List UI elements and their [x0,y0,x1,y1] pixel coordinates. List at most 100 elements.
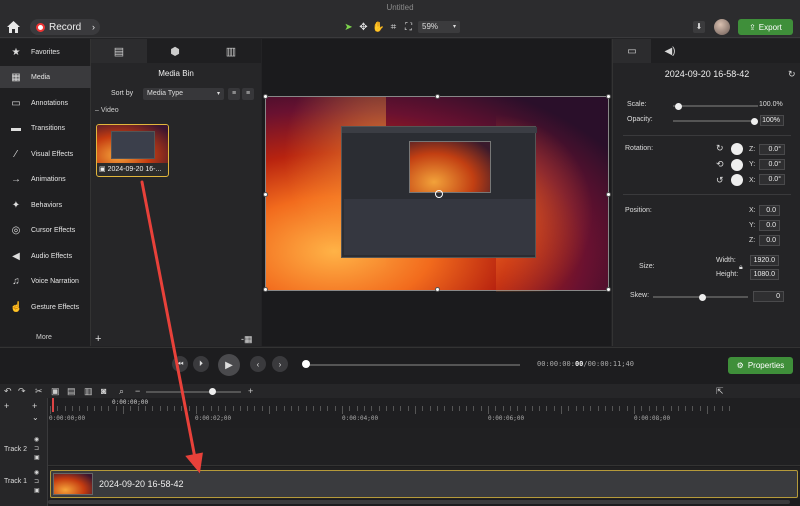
opacity-value[interactable]: 100% [760,115,784,126]
rotate-handle[interactable] [435,190,443,198]
resize-handle[interactable] [435,287,440,292]
view-mode-button[interactable]: -▦ [241,334,253,345]
split-icon[interactable]: ▥ [84,386,93,397]
sidebar-item-animations[interactable]: → Animations [0,168,91,190]
snapshot-icon[interactable]: ◙ [101,386,106,396]
move-tool-icon[interactable]: ✥ [357,21,370,34]
resize-handle[interactable] [606,192,611,197]
sort-by-select[interactable]: Media Type ▾ [143,88,224,100]
redo-icon[interactable]: ↷ [18,386,26,397]
track-2-row[interactable] [48,428,800,466]
position-x-field[interactable]: 0.0 [759,205,780,216]
add-track-icon[interactable]: + [4,401,9,411]
frame-back-button[interactable]: ⏵ [193,356,209,372]
sidebar-item-voice-narration[interactable]: ♫ Voice Narration [0,270,91,292]
skew-slider[interactable] [653,293,748,301]
opacity-slider-knob[interactable] [751,117,758,125]
timeline-scrollbar[interactable] [48,500,790,504]
fit-tool-icon[interactable]: ⛶ [402,21,415,34]
zoom-in-icon[interactable]: + [248,386,253,396]
play-button[interactable]: ▶ [218,354,240,376]
skew-slider-knob[interactable] [699,293,706,301]
resize-handle[interactable] [435,94,440,99]
zoom-out-icon[interactable]: − [135,386,140,396]
rotation-z-field[interactable]: 0.0° [759,144,785,155]
more-button[interactable]: More [36,334,52,341]
sidebar-item-audio-effects[interactable]: ◀ Audio Effects [0,245,91,267]
playhead[interactable] [52,398,54,412]
rotation-x-dial[interactable] [731,174,743,186]
sidebar-item-behaviors[interactable]: ✦ Behaviors [0,194,91,216]
resize-handle[interactable] [606,287,611,292]
crop-tool-icon[interactable]: ⌗ [387,21,400,34]
rotation-x-field[interactable]: 0.0° [759,174,785,185]
detach-icon[interactable]: ⇱ [716,386,724,397]
rotation-z-dial[interactable] [731,143,743,155]
timeline-zoom-knob[interactable] [209,388,216,395]
rotation-y-field[interactable]: 0.0° [759,159,785,170]
resize-handle[interactable] [263,287,268,292]
scale-slider-knob[interactable] [675,102,682,110]
timeline-clip[interactable]: 2024-09-20 16-58-42 [50,470,798,498]
timeline-ruler[interactable]: 0:00:00;00 0:00:00;00 0:00:02;00 0:00:04… [48,398,800,428]
sidebar-item-favorites[interactable]: ★ Favorites [0,41,91,63]
avatar[interactable] [714,19,730,35]
chevron-down-icon[interactable]: ⌄ [32,413,39,422]
ruler-tick [707,406,708,414]
opacity-slider[interactable] [673,117,758,125]
zoom-select[interactable]: 59% ▾ [418,21,460,33]
sidebar-item-media[interactable]: ▦ Media [0,66,91,88]
export-button[interactable]: ⇪ Export [738,19,793,35]
video-section-header[interactable]: – Video [95,107,119,114]
next-button[interactable]: › [272,356,288,372]
copy-icon[interactable]: ▣ [51,386,60,397]
sidebar-item-transitions[interactable]: ▬ Transitions [0,117,91,139]
sort-descending-icon[interactable]: ≡ [242,88,254,100]
tab-media-bin[interactable]: ▤ [91,39,147,63]
rotation-y-dial[interactable] [731,159,743,171]
add-track-icon[interactable]: + [32,401,37,411]
scrub-handle[interactable] [302,360,310,368]
sidebar-item-visual-effects[interactable]: ⁄ Visual Effects [0,143,91,165]
download-button[interactable]: ⬇ [693,21,705,33]
media-clip-thumbnail[interactable]: ▣ 2024-09-20 16-... [96,124,169,177]
tab-visual-properties[interactable]: ▭ [613,39,651,63]
paste-icon[interactable]: ▤ [67,386,76,397]
scrub-bar[interactable] [303,364,520,366]
tab-library[interactable]: ⬢ [147,39,203,63]
properties-button[interactable]: ⚙ Properties [728,357,793,374]
cut-icon[interactable]: ✂ [35,386,43,397]
resize-handle[interactable] [263,192,268,197]
tab-books[interactable]: ▥ [203,39,259,63]
lock-icon[interactable]: 🔒︎ [739,264,743,272]
resize-handle[interactable] [606,94,611,99]
undo-icon[interactable]: ↶ [4,386,12,397]
sidebar-item-cursor-effects[interactable]: ◎ Cursor Effects [0,219,91,241]
add-media-button[interactable]: + [95,333,101,345]
skew-field[interactable]: 0 [753,291,784,302]
reset-icon[interactable]: ↻ [788,69,796,80]
tab-audio-properties[interactable]: ◀) [651,39,689,63]
width-field[interactable]: 1920.0 [750,255,779,266]
pan-tool-icon[interactable]: ✋ [372,21,385,34]
home-button[interactable] [6,20,20,34]
search-icon[interactable]: ⌕ [119,386,124,397]
timeline-zoom-slider[interactable] [146,391,241,393]
resize-handle[interactable] [263,94,268,99]
position-z-field[interactable]: 0.0 [759,235,780,246]
previous-button[interactable]: ‹ [250,356,266,372]
track-1-controls-icon[interactable]: ◉ ⊐ ▣ [34,469,40,496]
scale-slider[interactable] [673,102,758,110]
track-2-controls-icon[interactable]: ◉ ⊐ ▣ [34,436,40,463]
sidebar-item-gesture-effects[interactable]: ☝ Gesture Effects [0,296,91,318]
select-tool-icon[interactable]: ➤ [342,21,355,34]
scale-value[interactable]: 100.0% [759,101,783,108]
sidebar-item-annotations[interactable]: ▭ Annotations [0,92,91,114]
height-field[interactable]: 1080.0 [750,269,779,280]
ruler-tick [269,406,270,414]
record-button[interactable]: Record › [30,19,100,35]
canvas-video-frame[interactable] [263,94,611,292]
sort-ascending-icon[interactable]: ≡ [228,88,240,100]
position-y-field[interactable]: 0.0 [759,220,780,231]
step-back-button[interactable]: ⏮ [172,356,188,372]
